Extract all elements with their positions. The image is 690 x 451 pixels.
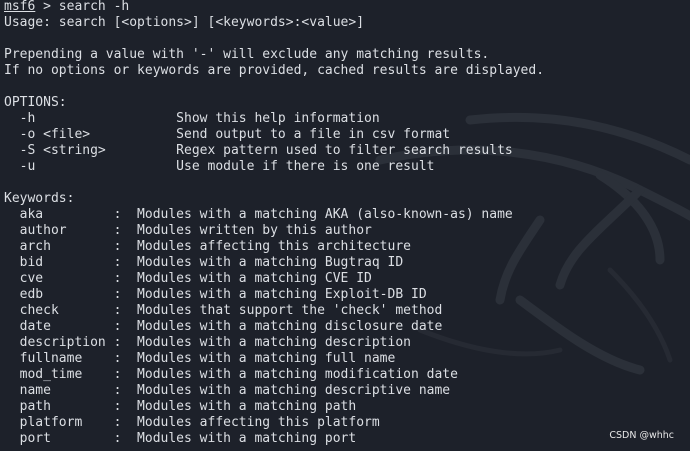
keyword-row: author : Modules written by this author: [4, 223, 372, 238]
keyword-row: platform : Modules affecting this platfo…: [4, 415, 380, 430]
usage-line: Usage: search [<options>] [<keywords>:<v…: [4, 15, 365, 30]
terminal-output: msf6 > search -h Usage: search [<options>…: [4, 0, 690, 447]
keyword-row: description : Modules with a matching de…: [4, 335, 411, 350]
option-row: -o <file> Send output to a file in csv f…: [4, 127, 451, 142]
keyword-row: cve : Modules with a matching CVE ID: [4, 271, 372, 286]
keyword-row: edb : Modules with a matching Exploit-DB…: [4, 287, 427, 302]
keywords-header: Keywords:: [4, 191, 75, 206]
description-line: Prepending a value with '-' will exclude…: [4, 47, 490, 62]
option-row: -h Show this help information: [4, 111, 380, 126]
keyword-row: path : Modules with a matching path: [4, 399, 357, 414]
terminal-window[interactable]: msf6 > search -h Usage: search [<options>…: [0, 0, 690, 451]
keyword-row: date : Modules with a matching disclosur…: [4, 319, 443, 334]
keyword-row: port : Modules with a matching port: [4, 431, 357, 446]
keyword-row: fullname : Modules with a matching full …: [4, 351, 396, 366]
keyword-row: mod_time : Modules with a matching modif…: [4, 367, 458, 382]
prompt-separator: >: [35, 0, 59, 14]
option-row: -S <string> Regex pattern used to filter…: [4, 143, 513, 158]
options-header: OPTIONS:: [4, 95, 67, 110]
keyword-row: check : Modules that support the 'check'…: [4, 303, 443, 318]
prompt-line[interactable]: msf6 > search -h: [4, 0, 690, 15]
keyword-row: bid : Modules with a matching Bugtraq ID: [4, 255, 404, 270]
prompt-command[interactable]: search -h: [59, 0, 129, 14]
keyword-row: name : Modules with a matching descripti…: [4, 383, 451, 398]
watermark: CSDN @whhc: [609, 430, 674, 441]
description-line: If no options or keywords are provided, …: [4, 63, 545, 78]
option-row: -u Use module if there is one result: [4, 159, 435, 174]
keyword-row: aka : Modules with a matching AKA (also-…: [4, 207, 513, 222]
prompt-name: msf6: [4, 0, 36, 14]
keyword-row: arch : Modules affecting this architectu…: [4, 239, 411, 254]
